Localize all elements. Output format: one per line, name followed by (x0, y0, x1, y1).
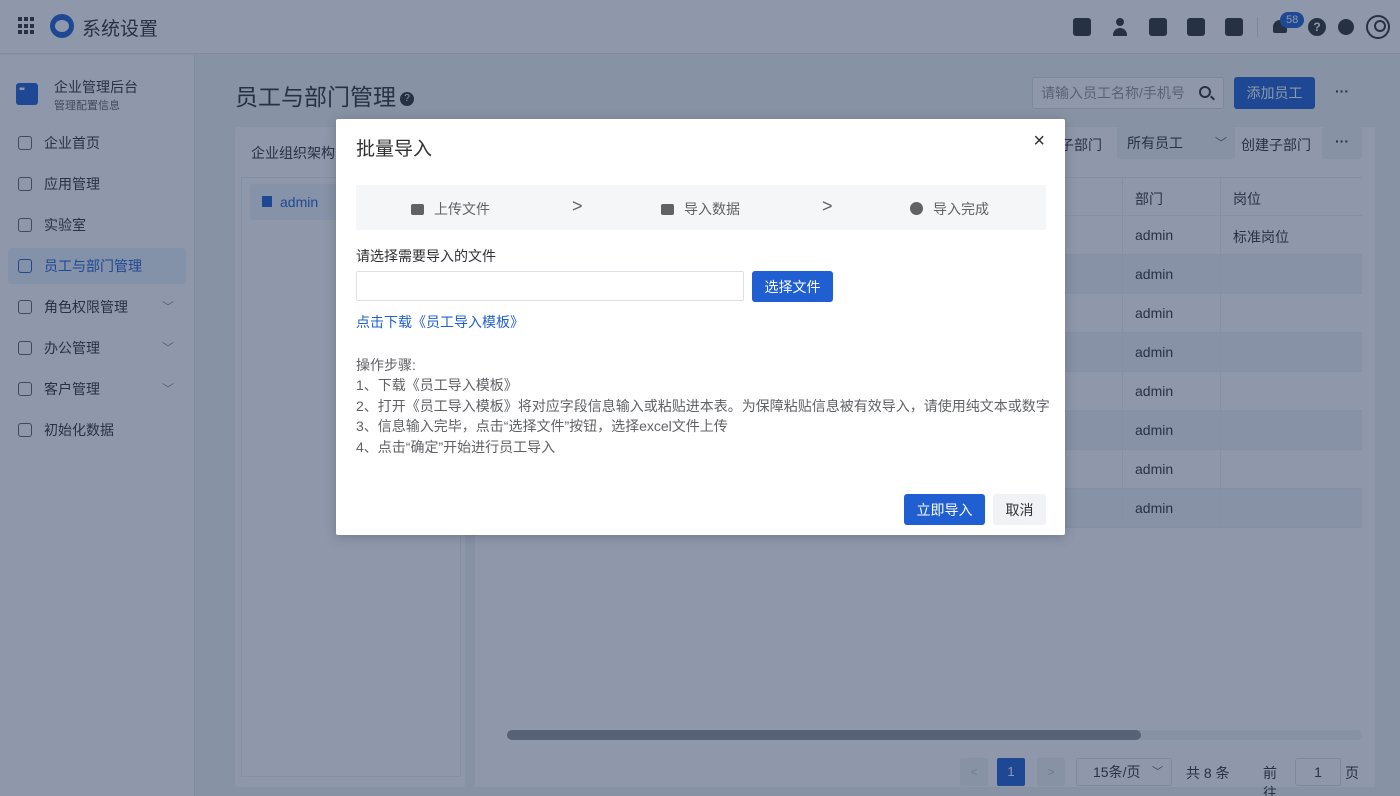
instruction-item: 4、点击“确定”开始进行员工导入 (356, 438, 556, 455)
file-path-input[interactable] (356, 271, 744, 301)
chevron-right-icon: > (822, 196, 833, 216)
instructions-list: 1、下载《员工导入模板》 2、打开《员工导入模板》将对应字段信息输入或粘贴进本表… (356, 375, 1056, 457)
import-steps: 上传文件 > 导入数据 > 导入完成 (356, 185, 1046, 230)
instructions-title: 操作步骤: (356, 357, 416, 373)
download-template-link[interactable]: 点击下载《员工导入模板》 (356, 312, 524, 332)
step-upload: 上传文件 (411, 199, 490, 219)
close-icon[interactable]: × (1033, 131, 1045, 151)
batch-import-dialog: 批量导入 × 上传文件 > 导入数据 > 导入完成 请选择需要导入的文件 选择文… (336, 119, 1065, 535)
choose-file-label: 请选择需要导入的文件 (356, 248, 496, 264)
instruction-item: 3、信息输入完毕，点击“选择文件”按钮，选择excel文件上传 (356, 418, 728, 434)
instruction-item: 2、打开《员工导入模板》将对应字段信息输入或粘贴进本表。为保障粘贴信息被有效导入… (356, 397, 1050, 414)
step-import: 导入数据 (661, 199, 740, 219)
folder-upload-icon (411, 204, 424, 215)
cloud-download-icon (661, 204, 674, 215)
step-upload-label: 上传文件 (434, 201, 490, 217)
check-circle-icon (910, 202, 923, 215)
dialog-title: 批量导入 (356, 139, 433, 160)
step-done: 导入完成 (910, 199, 989, 219)
choose-file-button[interactable]: 选择文件 (752, 271, 833, 302)
step-done-label: 导入完成 (933, 201, 989, 217)
chevron-right-icon: > (572, 196, 583, 216)
cancel-button[interactable]: 取消 (993, 494, 1046, 525)
instruction-item: 1、下载《员工导入模板》 (356, 377, 518, 393)
step-import-label: 导入数据 (684, 201, 740, 217)
import-now-button[interactable]: 立即导入 (904, 494, 985, 525)
